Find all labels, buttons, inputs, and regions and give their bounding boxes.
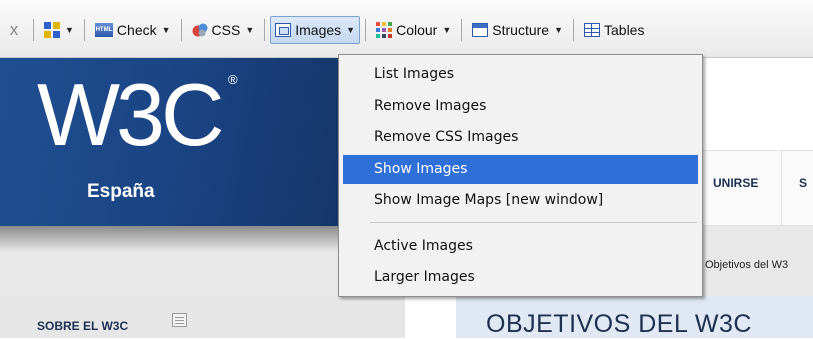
nav-item-unirse[interactable]: UNIRSE [713, 176, 758, 190]
logo-shadow [0, 226, 345, 252]
registered-mark: ® [228, 72, 238, 87]
css-menu-button[interactable]: CSS ▼ [187, 16, 260, 44]
chevron-down-icon: ▼ [161, 25, 171, 35]
menu-item-larger-images[interactable]: Larger Images [343, 263, 698, 292]
chevron-down-icon: ▼ [346, 25, 356, 35]
structure-menu-button[interactable]: Structure ▼ [467, 16, 568, 44]
menu-item-list-images[interactable]: List Images [343, 60, 698, 89]
options-menu-button[interactable]: ▼ [39, 16, 79, 44]
menu-item-remove-css-images[interactable]: Remove CSS Images [343, 123, 698, 152]
css-menu-label: CSS [211, 22, 241, 38]
chevron-down-icon: ▼ [65, 25, 74, 35]
toolbar-separator [461, 19, 463, 41]
colour-menu-button[interactable]: Colour ▼ [371, 16, 456, 44]
images-menu-button[interactable]: Images ▼ [270, 16, 361, 44]
close-toolbar-button[interactable]: x [0, 14, 28, 46]
web-developer-toolbar: x ▼ HTML Check ▼ CSS ▼ Images ▼ Colour ▼… [0, 0, 813, 58]
css-icon [192, 23, 208, 37]
menu-separator [370, 222, 697, 223]
menu-item-show-images[interactable]: Show Images [343, 155, 698, 184]
toolbar-separator [365, 19, 367, 41]
menu-list-icon[interactable] [172, 313, 187, 327]
chevron-down-icon: ▼ [554, 25, 563, 35]
menu-item-remove-images[interactable]: Remove Images [343, 92, 698, 121]
colour-menu-label: Colour [396, 22, 438, 38]
breadcrumb-arrow [758, 274, 778, 284]
chevron-down-icon: ▼ [442, 25, 452, 35]
images-icon [275, 23, 292, 37]
html-icon: HTML [94, 23, 113, 37]
logo-text: W3C [37, 65, 225, 164]
options-grid-icon [44, 22, 60, 38]
structure-icon [472, 23, 489, 37]
structure-menu-label: Structure [492, 22, 550, 38]
breadcrumb[interactable]: Objetivos del W3 [705, 259, 788, 271]
colour-icon [376, 22, 393, 38]
menu-item-show-image-maps[interactable]: Show Image Maps [new window] [343, 186, 698, 215]
toolbar-separator [180, 19, 182, 41]
sidebar-title[interactable]: SOBRE EL W3C [37, 319, 128, 333]
tables-menu-label: Tables [604, 22, 645, 38]
close-icon: x [9, 20, 19, 39]
page-title: OBJETIVOS DEL W3C [486, 310, 752, 338]
images-dropdown-menu: List Images Remove Images Remove CSS Ima… [338, 54, 703, 297]
check-menu-button[interactable]: HTML Check ▼ [90, 16, 176, 44]
w3c-logo[interactable]: W3C ® España [0, 58, 340, 226]
toolbar-buttons: x ▼ HTML Check ▼ CSS ▼ Images ▼ Colour ▼… [0, 14, 649, 46]
toolbar-separator [264, 19, 266, 41]
tables-icon [584, 23, 600, 37]
check-menu-label: Check [116, 22, 157, 38]
nav-item-partial[interactable]: S [799, 176, 807, 190]
images-menu-label: Images [295, 22, 342, 38]
logo-subtitle: España [87, 181, 155, 202]
menu-item-active-images[interactable]: Active Images [343, 232, 698, 261]
tables-menu-button[interactable]: Tables [579, 16, 649, 44]
nav-divider [781, 150, 782, 226]
toolbar-separator [573, 19, 574, 41]
toolbar-separator [33, 19, 34, 41]
chevron-down-icon: ▼ [245, 25, 255, 35]
toolbar-separator [83, 19, 85, 41]
